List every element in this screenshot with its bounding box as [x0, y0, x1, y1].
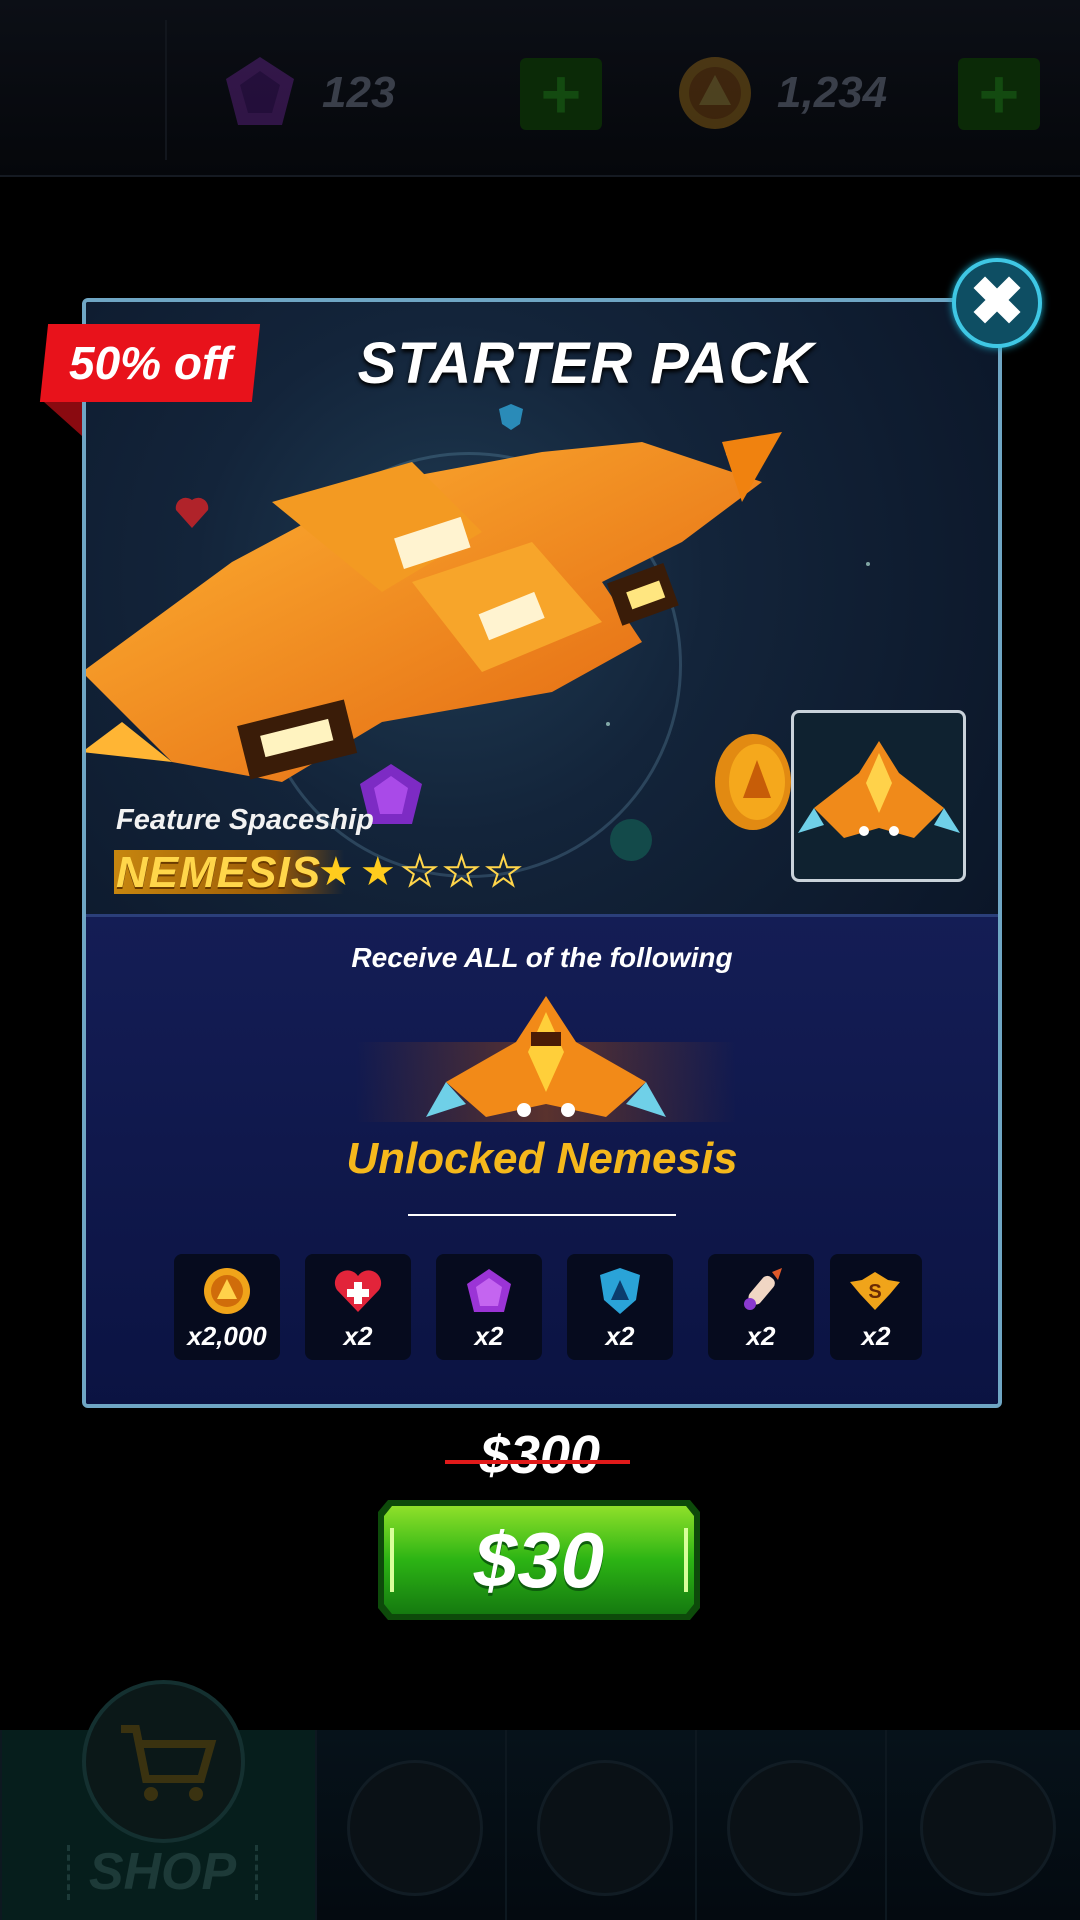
coin-amount: 1,234	[777, 67, 888, 117]
reward-item-coins: x2,000	[174, 1254, 280, 1360]
star-icon: ★	[359, 850, 396, 894]
ship-name: NEMESIS	[116, 848, 322, 897]
reward-item-shield: x2	[567, 1254, 673, 1360]
profile-slot[interactable]	[30, 20, 167, 160]
ship-thumbnail[interactable]	[791, 710, 966, 882]
add-coins-button[interactable]: +	[958, 58, 1040, 130]
top-bar: 123 + 1,234 +	[0, 0, 1080, 177]
reward-qty: x2,000	[187, 1321, 267, 1351]
floating-heart-icon	[175, 497, 209, 528]
spaceship-icon	[347, 1760, 483, 1896]
reward-item-s-badge: S x2	[830, 1254, 922, 1360]
svg-text:S: S	[868, 1281, 881, 1303]
add-gems-button[interactable]: +	[520, 58, 602, 130]
discount-badge: 50% off	[39, 324, 261, 402]
nemesis-ship-art	[86, 432, 782, 782]
cart-icon	[82, 1680, 245, 1843]
target-icon	[727, 1760, 863, 1896]
price-strikethrough	[445, 1460, 630, 1464]
s-badge-icon: S	[850, 1272, 900, 1310]
shop-label: SHOP	[67, 1845, 258, 1900]
reward-item-missile: x2	[708, 1254, 814, 1360]
floating-planet-icon	[610, 819, 652, 861]
gem-icon	[467, 1269, 511, 1312]
coin-icon	[204, 1268, 250, 1314]
buy-button[interactable]: $30	[376, 1498, 702, 1622]
floating-coin-icon	[715, 734, 791, 830]
unlocked-ship-icon	[426, 996, 666, 1117]
gem-counter: 123	[220, 55, 395, 130]
reward-qty: x2	[861, 1321, 891, 1351]
receive-label: Receive ALL of the following	[351, 942, 733, 973]
star-icon: ★	[443, 849, 481, 895]
reward-qty: x2	[343, 1321, 373, 1351]
bottom-navigation: SHOP	[0, 1680, 1080, 1920]
gem-icon	[226, 56, 294, 125]
tab-target[interactable]	[695, 1730, 887, 1920]
reward-qty: x2	[474, 1321, 504, 1351]
star-rating: ★ ★ ★ ★ ★	[318, 849, 522, 895]
discount-ribbon-fold	[44, 402, 82, 436]
heart-icon	[334, 1270, 382, 1312]
original-price: $300	[479, 1425, 601, 1485]
reward-qty: x2	[746, 1321, 776, 1351]
coin-icon	[679, 56, 751, 129]
star-icon: ★	[401, 849, 439, 895]
star-icon: ★	[484, 849, 522, 895]
tab-upgrade[interactable]	[885, 1730, 1080, 1920]
coin-counter: 1,234	[675, 55, 887, 130]
tab-spaceship[interactable]	[315, 1730, 507, 1920]
tab-play[interactable]	[505, 1730, 697, 1920]
close-button[interactable]: ✖	[952, 258, 1042, 348]
feature-label: Feature Spaceship	[116, 804, 374, 836]
play-icon	[537, 1760, 673, 1896]
tab-shop[interactable]: SHOP	[0, 1680, 317, 1920]
gem-amount: 123	[322, 67, 396, 117]
reward-item-gem: x2	[436, 1254, 542, 1360]
upgrade-icon	[919, 1760, 1056, 1896]
unlocked-ship-label: Unlocked Nemesis	[346, 1134, 738, 1183]
discount-label: 50% off	[68, 337, 232, 389]
floating-shield-icon	[499, 404, 523, 430]
dialog-title: STARTER PACK	[357, 331, 815, 396]
divider	[408, 1214, 676, 1216]
reward-qty: x2	[605, 1321, 635, 1351]
spaceship-icon	[798, 741, 960, 838]
starter-pack-dialog: STARTER PACK Feature Spaceship NEMESIS ★…	[82, 298, 1002, 1408]
star-icon: ★	[318, 850, 354, 894]
missile-icon	[744, 1268, 782, 1310]
close-icon: ✖	[969, 264, 1025, 338]
reward-item-heart: x2	[305, 1254, 411, 1360]
shield-icon	[600, 1268, 640, 1314]
